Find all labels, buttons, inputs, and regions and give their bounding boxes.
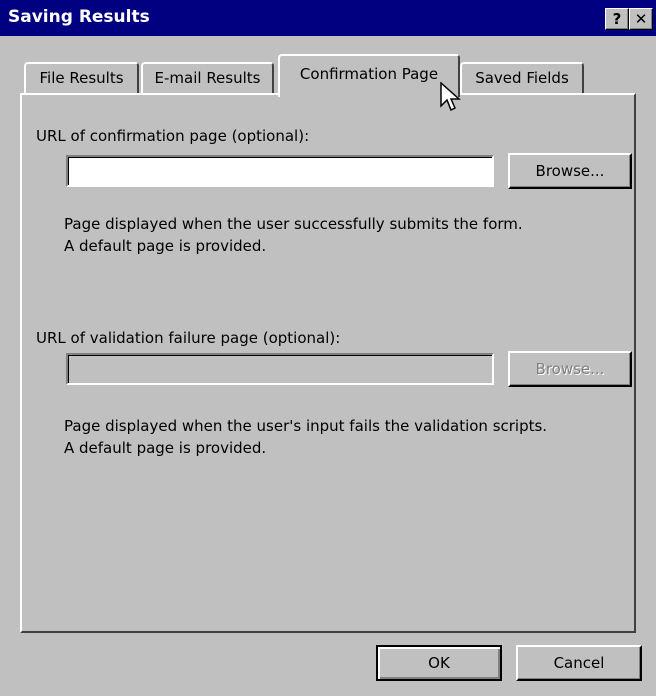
confirmation-url-input[interactable] — [66, 155, 494, 187]
validation-url-label: URL of validation failure page (optional… — [36, 329, 341, 347]
confirmation-description-line1: Page displayed when the user successfull… — [64, 215, 523, 233]
validation-url-input[interactable] — [66, 353, 494, 385]
mouse-pointer-icon — [440, 82, 461, 112]
confirmation-url-label: URL of confirmation page (optional): — [36, 127, 310, 145]
tab-file-results[interactable]: File Results — [24, 62, 139, 94]
title-bar: Saving Results ? ✕ — [0, 0, 656, 36]
close-button[interactable]: ✕ — [629, 8, 653, 30]
tab-email-results[interactable]: E-mail Results — [141, 62, 274, 94]
validation-description-line2: A default page is provided. — [64, 439, 267, 457]
help-button[interactable]: ? — [605, 8, 629, 30]
validation-browse-button[interactable]: Browse... — [508, 351, 632, 387]
tab-confirmation-page[interactable]: Confirmation Page — [278, 54, 460, 97]
confirmation-description-line2: A default page is provided. — [64, 237, 267, 255]
cancel-button[interactable]: Cancel — [516, 645, 642, 681]
validation-description-line1: Page displayed when the user's input fai… — [64, 417, 548, 435]
ok-button[interactable]: OK — [376, 645, 502, 681]
window-title: Saving Results — [8, 7, 150, 27]
tab-panel: URL of confirmation page (optional): Bro… — [20, 93, 636, 633]
tab-saved-fields[interactable]: Saved Fields — [460, 62, 584, 94]
confirmation-browse-button[interactable]: Browse... — [508, 153, 632, 189]
